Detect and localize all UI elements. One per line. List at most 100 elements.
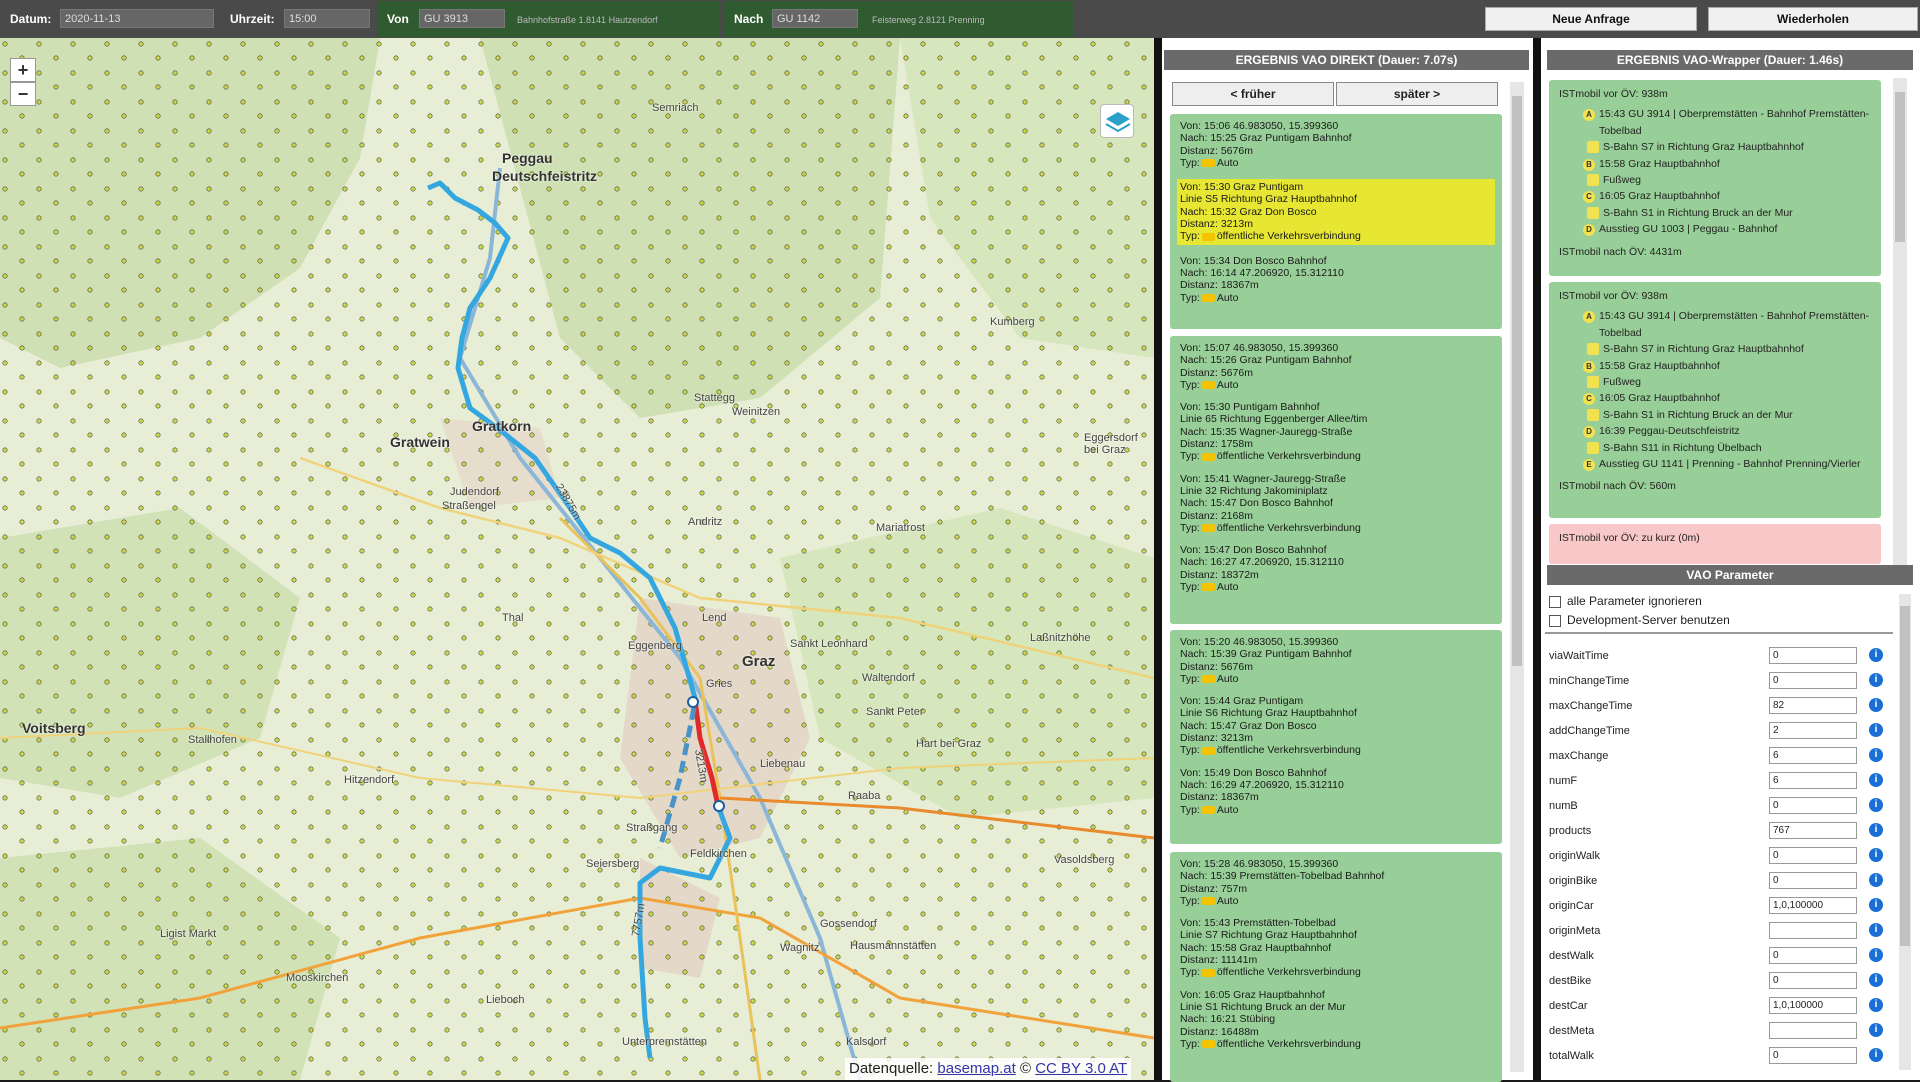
von-label: Von: [387, 12, 409, 26]
wrapper-result-card-short: ISTmobil vor ÖV: zu kurz (0m): [1549, 524, 1881, 564]
leg-type-value: Auto: [1216, 378, 1239, 391]
info-icon[interactable]: i: [1869, 998, 1883, 1012]
basemap-link[interactable]: basemap.at: [937, 1060, 1015, 1077]
info-icon[interactable]: i: [1869, 923, 1883, 937]
journey-step-text: 15:58 Graz Hauptbahnhof: [1599, 157, 1720, 170]
map-canvas: [0, 38, 1154, 1080]
leg-line: Nach: 16:14 47.206920, 15.312110: [1180, 266, 1344, 279]
param-input[interactable]: 1,0,100000: [1769, 997, 1857, 1014]
param-input[interactable]: 767: [1769, 822, 1857, 839]
istmobil-post: ISTmobil nach ÖV: 4431m: [1559, 245, 1682, 258]
leg-line: Von: 15:34 Don Bosco Bahnhof: [1180, 254, 1327, 267]
scrollbar-thumb[interactable]: [1512, 96, 1522, 666]
bus-icon: [1201, 968, 1215, 977]
ignore-params-row[interactable]: alle Parameter ignorieren: [1549, 594, 1702, 608]
journey-step: S-Bahn S1 in Richtung Bruck an der Mur: [1559, 407, 1871, 423]
direkt-result-card[interactable]: Von: 15:28 46.983050, 15.399360 Nach: 15:…: [1170, 852, 1502, 1082]
later-button[interactable]: später >: [1336, 82, 1498, 106]
info-icon[interactable]: i: [1869, 1048, 1883, 1062]
info-icon[interactable]: i: [1869, 798, 1883, 812]
place-label: Hart bei Graz: [916, 738, 982, 750]
param-input[interactable]: 6: [1769, 747, 1857, 764]
place-label: Unterpremstätten: [622, 1036, 707, 1048]
nach-input[interactable]: GU 1142: [772, 9, 858, 28]
param-input[interactable]: [1769, 922, 1857, 939]
info-icon[interactable]: i: [1869, 848, 1883, 862]
param-input[interactable]: 0: [1769, 1047, 1857, 1064]
earlier-button[interactable]: < früher: [1172, 82, 1334, 106]
info-icon[interactable]: i: [1869, 723, 1883, 737]
info-icon[interactable]: i: [1869, 898, 1883, 912]
param-input[interactable]: 0: [1769, 797, 1857, 814]
train-icon: [1587, 441, 1599, 454]
leg-type-value: Auto: [1216, 581, 1239, 594]
info-icon[interactable]: i: [1869, 748, 1883, 762]
info-icon[interactable]: i: [1869, 823, 1883, 837]
zoom-in-button[interactable]: +: [10, 58, 36, 82]
repeat-button[interactable]: Wiederholen: [1708, 7, 1918, 31]
wrapper-scrollbar[interactable]: [1893, 78, 1907, 566]
dev-server-row[interactable]: Development-Server benutzen: [1549, 613, 1730, 627]
layers-icon[interactable]: [1100, 104, 1134, 138]
scrollbar-thumb[interactable]: [1900, 606, 1910, 946]
info-icon[interactable]: i: [1869, 973, 1883, 987]
info-icon[interactable]: i: [1869, 948, 1883, 962]
leg-type: Typ: Auto: [1180, 157, 1492, 169]
leg-type-label: Typ:: [1180, 521, 1200, 534]
param-input[interactable]: 0: [1769, 672, 1857, 689]
param-input[interactable]: [1769, 1022, 1857, 1039]
param-input[interactable]: 1,0,100000: [1769, 897, 1857, 914]
info-icon[interactable]: i: [1869, 698, 1883, 712]
param-row: numF 6 i: [1549, 771, 1883, 791]
param-input[interactable]: 0: [1769, 872, 1857, 889]
car-icon: [1201, 159, 1215, 168]
info-icon[interactable]: i: [1869, 673, 1883, 687]
leg-line: Von: 15:20 46.983050, 15.399360: [1180, 636, 1339, 648]
param-input[interactable]: 82: [1769, 697, 1857, 714]
param-input[interactable]: 0: [1769, 947, 1857, 964]
direkt-result-card[interactable]: Von: 15:06 46.983050, 15.399360 Nach: 15:…: [1170, 114, 1502, 329]
param-input[interactable]: 2: [1769, 722, 1857, 739]
param-input[interactable]: 0: [1769, 847, 1857, 864]
leg-line: Nach: 15:47 Graz Don Bosco: [1180, 719, 1317, 732]
leg-type: Typ: öffentliche Verkehrsverbindung: [1180, 450, 1492, 462]
param-input[interactable]: 0: [1769, 972, 1857, 989]
vao-direkt-title: ERGEBNIS VAO DIREKT (Dauer: 7.07s): [1164, 50, 1529, 70]
leg-line: Linie S6 Richtung Graz Hauptbahnhof: [1180, 707, 1357, 720]
info-icon[interactable]: i: [1869, 648, 1883, 662]
place-label: Eggenberg: [628, 640, 682, 652]
scrollbar-thumb[interactable]: [1895, 92, 1905, 242]
license-link[interactable]: CC BY 3.0 AT: [1035, 1060, 1127, 1077]
leg-line: Distanz: 11141m: [1180, 954, 1258, 967]
place-label: Waltendorf: [862, 672, 915, 684]
direkt-result-card[interactable]: Von: 15:07 46.983050, 15.399360 Nach: 15:…: [1170, 336, 1502, 624]
info-icon[interactable]: i: [1869, 1023, 1883, 1037]
datum-input[interactable]: 2020-11-13: [60, 9, 214, 28]
info-icon[interactable]: i: [1869, 773, 1883, 787]
info-icon[interactable]: i: [1869, 873, 1883, 887]
place-label: Andritz: [688, 516, 723, 528]
journey-step: C 16:05 Graz Hauptbahnhof: [1559, 390, 1871, 406]
nach-group: Nach GU 1142 Feisterweg 2.8121 Prenning: [724, 1, 1074, 37]
param-input[interactable]: 6: [1769, 772, 1857, 789]
von-input[interactable]: GU 3913: [419, 9, 505, 28]
direkt-result-card[interactable]: Von: 15:20 46.983050, 15.399360 Nach: 15:…: [1170, 630, 1502, 844]
map-view[interactable]: + − Peggau Deutschfeistritz Gratkorn Gra…: [0, 38, 1154, 1080]
results-scrollbar[interactable]: [1510, 82, 1524, 1072]
zoom-out-button[interactable]: −: [10, 82, 36, 106]
uhrzeit-input[interactable]: 15:00: [284, 9, 370, 28]
leg-line: Distanz: 18367m: [1180, 791, 1259, 804]
new-request-button[interactable]: Neue Anfrage: [1485, 7, 1697, 31]
place-label: Wagnitz: [780, 942, 820, 954]
param-input[interactable]: 0: [1769, 647, 1857, 664]
panel-divider: [1154, 38, 1162, 1080]
ignore-params-checkbox[interactable]: [1549, 595, 1561, 608]
params-scrollbar[interactable]: [1899, 594, 1911, 1070]
dev-server-checkbox[interactable]: [1549, 614, 1561, 627]
place-label: Sankt Leonhard: [790, 638, 868, 650]
istmobil-pre: ISTmobil vor ÖV: 938m: [1559, 290, 1668, 302]
leg-type: Typ: öffentliche Verkehrsverbindung: [1180, 966, 1492, 978]
param-name: destCar: [1549, 1000, 1588, 1012]
leg-line: Nach: 16:27 47.206920, 15.312110: [1180, 556, 1344, 569]
route-leg: Von: 15:28 46.983050, 15.399360 Nach: 15:…: [1180, 858, 1492, 907]
